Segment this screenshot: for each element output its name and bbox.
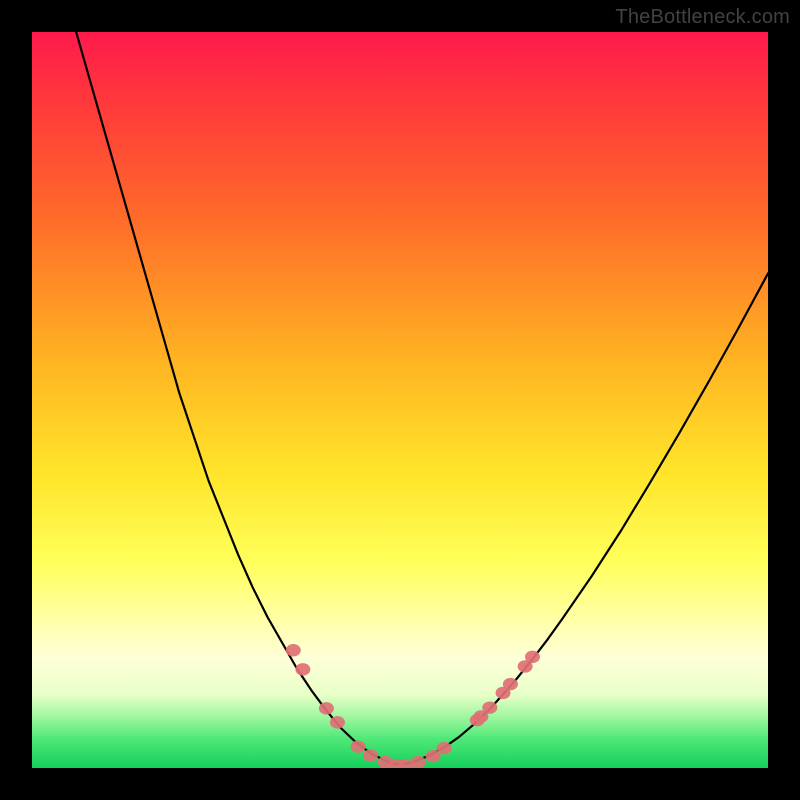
marker-dot (363, 749, 378, 761)
watermark-text: TheBottleneck.com (615, 6, 790, 29)
marker-dot (411, 756, 426, 768)
plot-area (32, 32, 768, 768)
curve-left-curve (76, 32, 400, 764)
chart-svg (32, 32, 768, 768)
marker-dot (295, 663, 310, 675)
marker-dot (525, 651, 540, 663)
marker-dot (286, 644, 301, 656)
chart-frame: TheBottleneck.com (0, 0, 800, 800)
curve-group (76, 32, 768, 764)
marker-dot (330, 716, 345, 728)
marker-dot (503, 678, 518, 690)
marker-dot (319, 702, 334, 714)
marker-dot (351, 740, 366, 752)
marker-group (286, 644, 540, 768)
marker-dot (437, 742, 452, 754)
marker-dot (482, 701, 497, 713)
curve-right-curve (400, 273, 768, 764)
